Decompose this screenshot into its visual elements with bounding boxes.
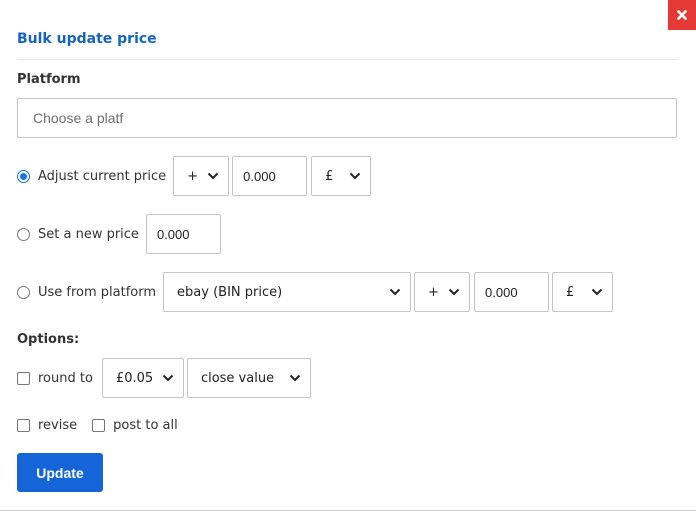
from-platform-label[interactable]: Use from platform [38,285,156,300]
chevron-down-icon [591,288,603,296]
chevron-down-icon [289,374,301,382]
adjust-operator-select[interactable]: + [173,156,230,196]
post-to-all-checkbox[interactable] [92,418,106,432]
adjust-price-radio[interactable] [17,169,30,183]
round-mode-value: close value [200,370,275,386]
revise-label[interactable]: revise [38,418,77,433]
adjust-price-label[interactable]: Adjust current price [38,169,166,184]
revise-checkbox[interactable] [17,418,30,432]
round-mode-select[interactable]: close value [186,358,311,398]
close-button[interactable] [668,0,696,30]
title-divider [17,59,678,60]
chevron-down-icon [162,374,174,382]
round-to-label[interactable]: round to [38,371,93,386]
adjust-operator-value: + [187,168,199,184]
options-label: Options: [17,332,80,347]
revise-row: revise post to all [17,405,178,445]
chevron-down-icon [448,288,460,296]
close-icon [677,10,687,20]
adjust-currency-select[interactable]: £ [311,156,372,196]
from-platform-currency-value: £ [566,284,575,300]
post-to-all-label[interactable]: post to all [113,418,178,433]
from-platform-operator-select[interactable]: + [414,272,471,312]
platform-input[interactable] [17,98,677,138]
set-new-price-row: Set a new price 0.000 [17,214,221,254]
from-platform-amount-input[interactable]: 0.000 [474,272,550,312]
from-platform-row: Use from platform ebay (BIN price) + 0.0… [17,272,614,312]
round-to-checkbox[interactable] [17,371,30,385]
round-amount-value: £0.05 [115,370,154,386]
set-new-price-radio[interactable] [17,227,30,241]
chevron-down-icon [207,172,219,180]
round-to-row: round to £0.05 close value [17,358,311,398]
source-platform-value: ebay (BIN price) [177,284,283,300]
round-amount-select[interactable]: £0.05 [101,358,184,398]
adjust-currency-value: £ [325,168,334,184]
platform-label: Platform [17,72,81,87]
set-new-price-input[interactable]: 0.000 [145,214,221,254]
from-platform-currency-select[interactable]: £ [552,272,614,312]
dialog-title: Bulk update price [17,31,157,47]
source-platform-select[interactable]: ebay (BIN price) [163,272,412,312]
chevron-down-icon [349,172,361,180]
update-button[interactable]: Update [17,453,103,492]
adjust-price-row: Adjust current price + 0.000 £ [17,156,372,196]
chevron-down-icon [389,288,401,296]
from-platform-radio[interactable] [17,285,30,299]
set-new-price-label[interactable]: Set a new price [38,227,139,242]
adjust-amount-input[interactable]: 0.000 [232,156,308,196]
bottom-border [0,510,696,511]
from-platform-operator-value: + [428,284,439,300]
